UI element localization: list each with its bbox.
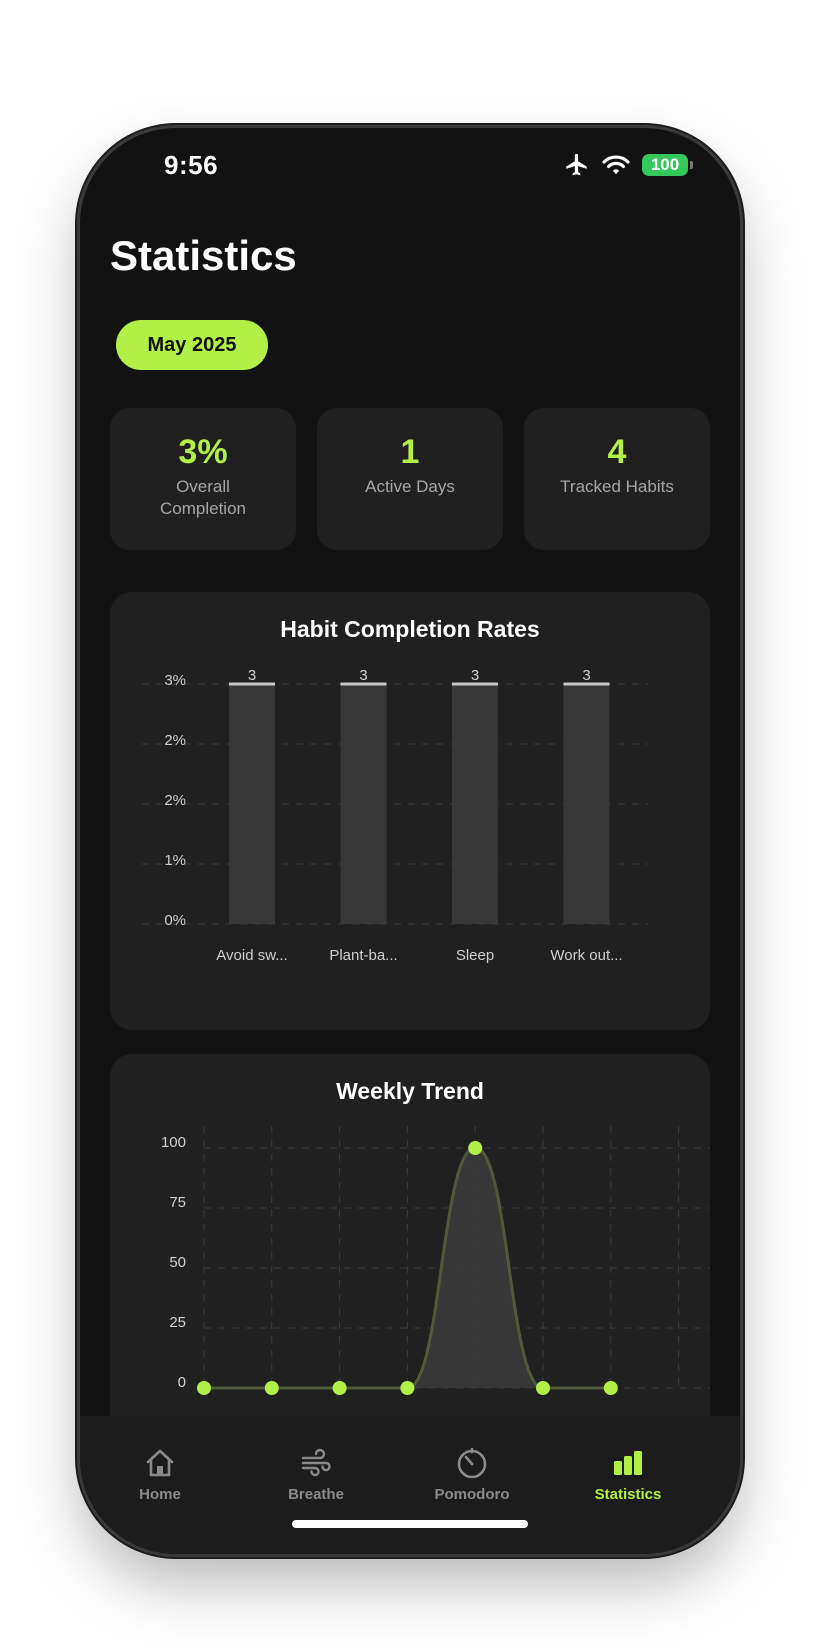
habit-completion-card: Habit Completion Rates 0% 1% 2% 2% 3% 3 Avoid … bbox=[110, 592, 710, 1030]
stat-card-overall-completion: 3% Overall Completion bbox=[110, 408, 296, 550]
y-tick-label: 0% bbox=[164, 912, 186, 929]
bar-data-label: 3 bbox=[471, 667, 479, 684]
bar bbox=[229, 684, 275, 924]
bar bbox=[340, 684, 387, 924]
weekly-trend-chart: 0 25 50 75 100 bbox=[161, 1126, 710, 1395]
y-tick-label: 75 bbox=[169, 1194, 186, 1211]
stat-value: 4 bbox=[607, 433, 627, 471]
stat-label: Tracked Habits bbox=[560, 477, 674, 496]
stat-label: Active Days bbox=[365, 477, 455, 496]
y-tick-label: 0 bbox=[178, 1374, 186, 1391]
month-label: May 2025 bbox=[147, 333, 237, 356]
x-category-label: Avoid sw... bbox=[216, 947, 287, 964]
y-tick-label: 25 bbox=[169, 1314, 186, 1331]
habit-completion-chart: 0% 1% 2% 2% 3% 3 Avoid sw... 3 Plant-ba... 3 Sleep… bbox=[142, 667, 648, 964]
stat-card-active-days: 1 Active Days bbox=[317, 408, 503, 550]
trend-point bbox=[536, 1381, 550, 1395]
home-indicator bbox=[292, 1520, 528, 1528]
y-tick-label: 50 bbox=[169, 1254, 186, 1271]
tab-label: Home bbox=[139, 1486, 181, 1503]
stat-card-tracked-habits: 4 Tracked Habits bbox=[524, 408, 710, 550]
y-tick-label: 1% bbox=[164, 852, 186, 869]
airplane-icon bbox=[566, 153, 587, 176]
tab-home[interactable]: Home bbox=[100, 1446, 220, 1503]
stat-label: Overall Completion bbox=[160, 477, 246, 518]
x-category-label: Work out... bbox=[550, 947, 622, 964]
tab-bar: Home Breathe Pomodoro Statistics bbox=[80, 1416, 740, 1554]
status-icons: 100 bbox=[564, 152, 693, 178]
stat-value: 3% bbox=[178, 433, 228, 471]
tab-breathe[interactable]: Breathe bbox=[256, 1446, 376, 1503]
wifi-icon bbox=[602, 155, 630, 175]
x-category-label: Sleep bbox=[456, 947, 494, 964]
month-selector[interactable]: May 2025 bbox=[116, 320, 268, 370]
y-tick-label: 2% bbox=[164, 792, 186, 809]
tab-label: Pomodoro bbox=[434, 1486, 510, 1503]
wind-icon bbox=[301, 1448, 331, 1477]
status-time: 9:56 bbox=[164, 150, 219, 180]
battery-indicator: 100 bbox=[642, 154, 693, 176]
y-tick-label: 2% bbox=[164, 732, 186, 749]
trend-point bbox=[332, 1381, 347, 1395]
x-category-label: Plant-ba... bbox=[329, 947, 397, 964]
tab-label: Statistics bbox=[594, 1486, 662, 1503]
bar-data-label: 3 bbox=[248, 667, 256, 684]
home-icon bbox=[146, 1449, 174, 1477]
bar bbox=[563, 684, 610, 924]
tab-pomodoro[interactable]: Pomodoro bbox=[412, 1446, 532, 1503]
stat-value: 1 bbox=[400, 433, 420, 471]
trend-point bbox=[468, 1141, 483, 1155]
bar-chart-icon bbox=[614, 1451, 642, 1475]
trend-point bbox=[197, 1381, 211, 1395]
battery-level: 100 bbox=[650, 155, 680, 174]
y-tick-label: 3% bbox=[164, 672, 186, 689]
bar bbox=[452, 684, 498, 924]
status-bar: 9:56 100 bbox=[80, 128, 740, 198]
y-tick-label: 100 bbox=[161, 1134, 186, 1151]
timer-icon bbox=[457, 1447, 487, 1479]
tab-statistics[interactable]: Statistics bbox=[568, 1446, 688, 1503]
trend-point bbox=[264, 1381, 279, 1395]
trend-point bbox=[400, 1381, 415, 1395]
page-title: Statistics bbox=[110, 232, 297, 279]
phone-screen: 9:56 100 Statistics May 2025 3% Overall … bbox=[80, 128, 740, 1554]
trend-point bbox=[603, 1381, 618, 1395]
tab-label: Breathe bbox=[288, 1486, 344, 1503]
weekly-trend-card: Weekly Trend 0 25 50 75 100 bbox=[110, 1054, 710, 1474]
bar-data-label: 3 bbox=[582, 667, 590, 684]
bar-data-label: 3 bbox=[359, 667, 367, 684]
